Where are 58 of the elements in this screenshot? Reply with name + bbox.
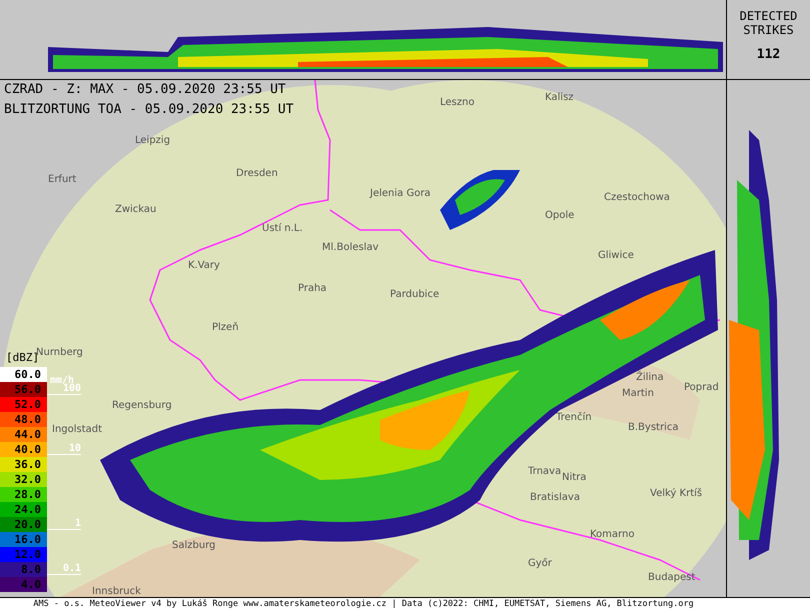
city-label: Erfurt xyxy=(48,173,76,187)
city-label: Budapest xyxy=(648,571,696,585)
legend-swatch: 40.0 xyxy=(0,442,47,457)
rain-scale-mark: 100 xyxy=(47,383,81,395)
city-label: Žilina xyxy=(636,370,664,385)
strikes-title: DETECTED xyxy=(740,9,798,23)
city-label: Nurnberg xyxy=(36,346,83,358)
legend-swatch: 16.0 xyxy=(0,532,47,547)
rain-scale-mark: 0.1 xyxy=(47,563,81,575)
strikes-title: STRIKES xyxy=(743,23,794,37)
legend-swatch: 24.0 xyxy=(0,502,47,517)
legend-swatch: 12.0 xyxy=(0,547,47,562)
city-label: Zwickau xyxy=(115,203,156,217)
legend-swatch: 4.0 xyxy=(0,577,47,592)
city-label: Salzburg xyxy=(172,539,216,553)
city-label: Nitra xyxy=(562,471,586,485)
city-label: Leipzig xyxy=(135,134,170,148)
footer-credits: AMS - o.s. MeteoViewer v4 by Lukáš Ronge www.amaterskameteorologie.cz | Data (c)2022: CHMI, EUMETSAT, Siemens AG, Blitzortung.org xyxy=(32,600,695,608)
city-label: Velký Krtíš xyxy=(650,487,702,501)
city-label: B.Bystrica xyxy=(628,421,678,435)
legend-swatch: 56.0 xyxy=(0,382,47,397)
city-label: Komarno xyxy=(590,528,634,542)
city-label: Ml.Boleslav xyxy=(322,241,379,255)
city-label: Leszno xyxy=(440,96,474,110)
city-label: Trnava xyxy=(528,465,562,479)
city-label: Regensburg xyxy=(112,399,172,413)
city-label: Innsbruck xyxy=(92,585,141,597)
city-label: Opole xyxy=(545,209,574,223)
city-label: Czestochowa xyxy=(604,191,670,205)
legend-swatch: 20.0 xyxy=(0,517,47,532)
city-label: Pardubice xyxy=(390,288,440,302)
legend-swatch: 36.0 xyxy=(0,457,47,472)
header-title: BLITZORTUNG TOA - 05.09.2020 23:55 UT xyxy=(4,102,294,118)
city-label: Praha xyxy=(298,282,327,296)
city-label: Ústí n.L. xyxy=(262,221,303,236)
legend-swatch: 32.0 xyxy=(0,472,47,487)
city-label: Trenčín xyxy=(556,411,592,425)
city-label: K.Vary xyxy=(188,259,220,273)
legend-swatch: 28.0 xyxy=(0,487,47,502)
legend-swatch: 52.0 xyxy=(0,397,47,412)
legend-swatch: 44.0 xyxy=(0,427,47,442)
legend-swatch: 8.0 xyxy=(0,562,47,577)
header-title: CZRAD - Z: MAX - 05.09.2020 23:55 UT xyxy=(4,82,287,98)
city-label: Győr xyxy=(528,557,552,571)
city-label: Gliwice xyxy=(598,249,634,263)
city-label: Plzeň xyxy=(212,321,239,335)
city-label: Dresden xyxy=(236,167,278,181)
city-label: Martin xyxy=(622,387,654,401)
strikes-count: 112 xyxy=(756,46,780,64)
city-label: Bratislava xyxy=(530,491,580,505)
city-label: Poprad xyxy=(684,381,719,395)
rain-scale-mark: 1 xyxy=(47,518,81,530)
legend-swatch: 48.0 xyxy=(0,412,47,427)
legend-swatch: 60.0 xyxy=(0,367,47,382)
rain-scale-mark: 10 xyxy=(47,443,81,455)
city-label: Kalisz xyxy=(545,91,574,105)
city-label: Jelenia Gora xyxy=(370,187,431,201)
city-label: Ingolstadt xyxy=(52,423,102,437)
